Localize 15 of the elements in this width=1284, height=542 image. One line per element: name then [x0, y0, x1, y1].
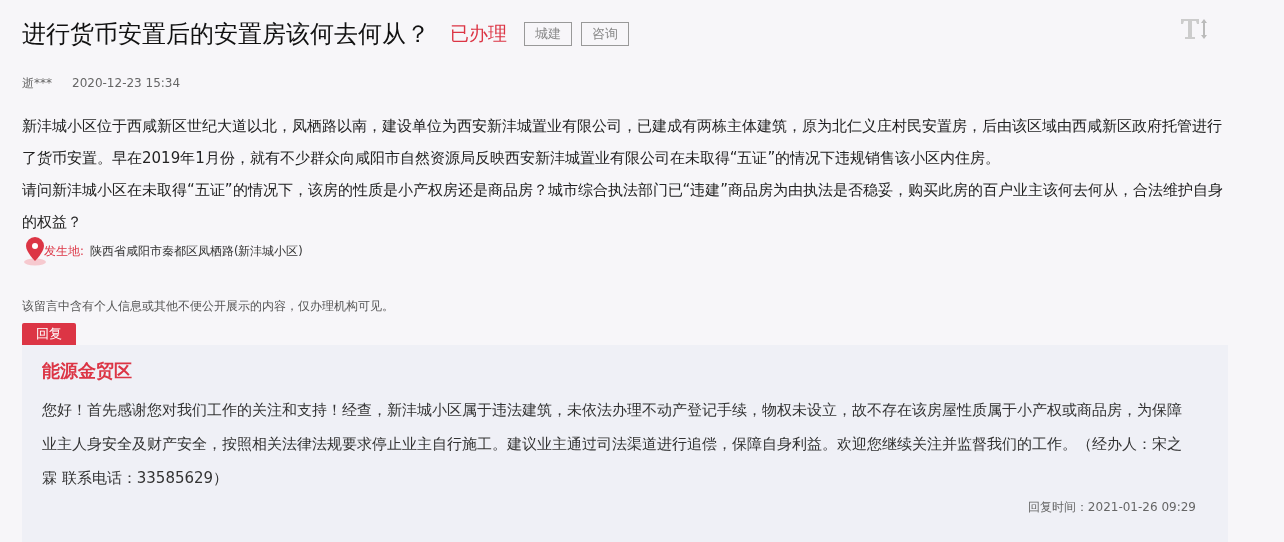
- message-paragraph: 新沣城小区位于西咸新区世纪大道以北，凤栖路以南，建设单位为西安新沣城置业有限公司，已建成有两栋主体建筑，原为北仁义庄村民安置房，后由该区域由西咸新区政府托管进行了货币安置。早在2019年1月份，就有不少群众向咸阳市自然资源局反映西安新沣城置业有限公司在未取得“五证”的情况下违规销售该小区内住房。: [22, 116, 1223, 169]
- location-label: 发生地:: [44, 243, 84, 259]
- tag[interactable]: 城建: [524, 22, 572, 46]
- post-date: 2020-12-23 15:34: [72, 76, 181, 90]
- font-size-icon[interactable]: [1180, 18, 1210, 40]
- page-title: 进行货币安置后的安置房该何去何从？: [22, 19, 430, 50]
- tag[interactable]: 咨询: [581, 22, 629, 46]
- message-paragraph: 请问新沣城小区在未取得“五证”的情况下，该房的性质是小产权房还是商品房？城市综合执法部门已“违建”商品房为由执法是否稳妥，购买此房的百户业主该何去何从，合法维护自身的权益？: [22, 180, 1225, 233]
- location-value: 陕西省咸阳市秦都区凤栖路(新沣城小区): [89, 243, 303, 259]
- status-label: 已办理: [450, 21, 507, 46]
- reply-organization: 能源金贸区: [42, 359, 133, 383]
- reply-text: 您好！首先感谢您对我们工作的关注和支持！经查，新沣城小区属于违法建筑，未依法办理不动产登记手续，物权未设立，故不存在该房屋性质属于小产权或商品房，为保障业主人身安全及财产安全，按照相关法律法规要求停止业主自行施工。建议业主通过司法渠道进行追偿，保障自身利益。欢迎您继续关注并监督我们的工作。（经办人：宋之霖 联系电话：33585629）: [42, 400, 1183, 489]
- author-name: 逝***: [22, 74, 52, 92]
- privacy-note: 该留言中含有个人信息或其他不便公开展示的内容，仅办理机构可见。: [22, 298, 395, 315]
- reply-time: 回复时间：2021-01-26 09:29: [1027, 500, 1196, 514]
